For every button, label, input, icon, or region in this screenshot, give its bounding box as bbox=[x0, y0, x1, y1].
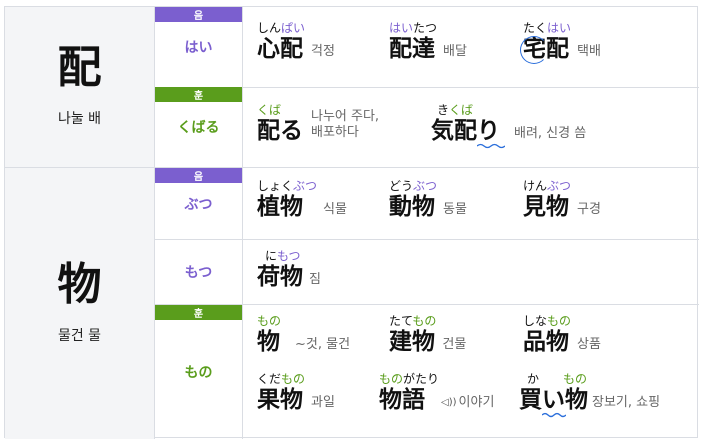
word-translation: 배달 bbox=[443, 44, 467, 59]
word-translation: 건물 bbox=[442, 337, 467, 352]
word-entry: にもつ 荷物 짐 bbox=[257, 249, 321, 291]
word-translation: 걱정 bbox=[311, 44, 335, 59]
word-kanji: 動物 bbox=[389, 194, 435, 220]
word-entry: しょくぶつ 植物 식물 bbox=[257, 179, 347, 221]
reading-label: ぶつ bbox=[184, 196, 213, 213]
word-entry: か もの 買い物 장보기, 쇼핑 bbox=[519, 372, 661, 418]
kun-reading-tag: 훈 bbox=[155, 305, 242, 320]
word-kanji: 物語 bbox=[379, 387, 425, 413]
furigana: どうぶつ bbox=[389, 179, 438, 193]
furigana: しんぱい bbox=[257, 21, 306, 35]
word-entry: しなもの 品物 상품 bbox=[523, 314, 601, 356]
on-reading-tag: 음 bbox=[155, 168, 242, 183]
kanji-cell-hai: 配 나눌 배 bbox=[5, 7, 155, 167]
word-entry: はいたつ 配達 배달 bbox=[389, 21, 467, 63]
furigana: くだもの bbox=[257, 372, 306, 386]
word-entry: どうぶつ 動物 동물 bbox=[389, 179, 467, 221]
kun-reading-tag: 훈 bbox=[155, 87, 242, 102]
furigana: にもつ bbox=[265, 249, 301, 263]
reading-cell-on: 음 ぶつ bbox=[155, 168, 243, 239]
word-entry: もの 物 ~것, 물건 bbox=[257, 314, 350, 356]
word-translation: 짐 bbox=[309, 272, 321, 287]
word-kanji: 荷物 bbox=[257, 264, 303, 290]
furigana: たくはい bbox=[523, 21, 572, 35]
furigana: はいたつ bbox=[389, 21, 438, 35]
word-kanji: 配達 bbox=[389, 36, 435, 62]
sound-icon[interactable]: ◁)) bbox=[441, 392, 457, 414]
word-kanji: 宅配 bbox=[520, 36, 569, 64]
kanji-table: 配 나눌 배 음 はい しんぱい 心配 걱정 はいたつ 配達 배달 たくはい 宅… bbox=[4, 6, 699, 439]
word-entry: しんぱい 心配 걱정 bbox=[257, 21, 335, 63]
furigana: しょくぶつ bbox=[257, 179, 318, 193]
word-entry: たくはい 宅配 택배 bbox=[520, 21, 601, 64]
wave-underline-icon: い bbox=[542, 386, 566, 418]
reading-label: もの bbox=[184, 365, 213, 381]
furigana: ものがたり bbox=[379, 372, 440, 386]
kanji-meaning: 물건 물 bbox=[57, 327, 102, 344]
word-translation: 배려, 신경 씀 bbox=[514, 126, 587, 141]
furigana: しなもの bbox=[523, 314, 572, 328]
word-translation: ~것, 물건 bbox=[295, 337, 351, 352]
furigana: きくば bbox=[437, 103, 474, 117]
word-kanji: 気配り bbox=[431, 117, 505, 149]
word-kanji: 見物 bbox=[523, 194, 569, 220]
word-translation: 상품 bbox=[577, 337, 601, 352]
kanji-character: 配 bbox=[57, 42, 102, 93]
word-translation: 동물 bbox=[443, 202, 467, 217]
word-translation: 장보기, 쇼핑 bbox=[592, 395, 661, 410]
word-entry: けんぶつ 見物 구경 bbox=[523, 179, 601, 221]
word-kanji: 配る bbox=[257, 118, 303, 144]
circle-mark-icon: 宅 bbox=[520, 36, 548, 64]
kanji-meaning: 나눌 배 bbox=[57, 111, 102, 127]
word-translation: 구경 bbox=[577, 202, 601, 217]
word-entry: くば 配る 나누어 주다, 배포하다 bbox=[257, 103, 379, 145]
word-entry: きくば 気配り 배려, 신경 씀 bbox=[431, 103, 587, 149]
kanji-cell-butsu: 物 물건 물 bbox=[5, 168, 155, 439]
word-kanji: 植物 bbox=[257, 194, 303, 220]
word-entry: ものがたり 物語 ◁)) 이야기 bbox=[379, 372, 494, 414]
word-translation: 이야기 bbox=[458, 395, 495, 410]
reading-cell-kun: 훈 もの bbox=[155, 305, 243, 439]
wave-underline-icon: り bbox=[477, 117, 505, 149]
word-kanji: 買い物 bbox=[519, 386, 588, 418]
on-reading-tag: 음 bbox=[155, 7, 242, 22]
word-kanji: 物 bbox=[257, 329, 280, 355]
furigana: もの bbox=[257, 314, 282, 328]
word-translation: 배포하다 bbox=[311, 125, 359, 140]
word-translation: 택배 bbox=[577, 44, 601, 59]
reading-cell-on: 음 はい bbox=[155, 7, 243, 87]
word-kanji: 品物 bbox=[523, 329, 569, 355]
word-entry: くだもの 果物 과일 bbox=[257, 372, 335, 414]
furigana: たてもの bbox=[389, 314, 437, 328]
word-translation: 과일 bbox=[311, 395, 335, 410]
reading-label: くばる bbox=[177, 120, 220, 136]
reading-label: はい bbox=[184, 40, 213, 56]
furigana: か もの bbox=[527, 372, 588, 386]
reading-cell-kun: 훈 くばる bbox=[155, 87, 243, 167]
word-kanji: 果物 bbox=[257, 387, 303, 413]
reading-label: もつ bbox=[184, 265, 213, 281]
word-kanji: 心配 bbox=[257, 36, 303, 62]
word-entry: たてもの 建物 건물 bbox=[389, 314, 466, 356]
furigana: けんぶつ bbox=[523, 179, 572, 193]
word-translation: 나누어 주다, bbox=[311, 109, 380, 124]
kanji-character: 物 bbox=[57, 258, 102, 310]
furigana: くば bbox=[257, 103, 282, 117]
word-translation: 식물 bbox=[323, 202, 347, 217]
reading-cell-on-2: もつ bbox=[155, 240, 243, 304]
word-kanji: 建物 bbox=[389, 329, 435, 355]
